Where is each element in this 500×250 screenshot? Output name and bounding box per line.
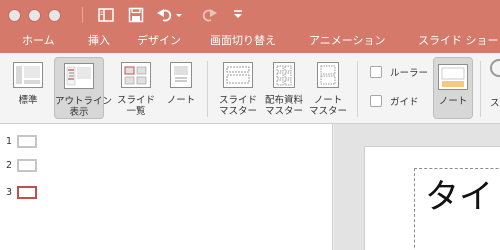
notes-page-icon [170, 62, 192, 88]
guides-checkbox[interactable]: ガイド [370, 93, 430, 109]
normal-view-label: 標準 [18, 95, 38, 106]
sorter-label-line2: 一覧 [126, 106, 146, 117]
slide-master-icon [223, 62, 253, 88]
slide-number: 2 [6, 160, 13, 171]
cut-off-label: ス [490, 98, 500, 109]
outline-pane[interactable]: 1 2 3 [0, 124, 333, 250]
notes-master-icon [317, 62, 339, 88]
zoom-window-button[interactable] [48, 9, 61, 22]
ribbon-divider [207, 61, 208, 117]
ruler-checkbox-box[interactable] [370, 66, 382, 78]
outline-view-label: アウトライン 表示 [55, 96, 113, 118]
guides-label: ガイド [390, 97, 419, 108]
notes-master-button[interactable]: ノート マスター [306, 57, 350, 119]
guides-checkbox-box[interactable] [370, 95, 382, 107]
dropdown-icon[interactable] [232, 6, 244, 24]
notes-toggle-button[interactable]: ノート [433, 57, 473, 119]
slide-sorter-label: スライド 一覧 [112, 95, 160, 117]
slide-sorter-icon [121, 62, 151, 88]
quick-access-divider [82, 7, 83, 23]
handout-master-icon [273, 62, 295, 88]
slide-sorter-button[interactable]: スライド 一覧 [112, 57, 160, 119]
title-bar [0, 0, 500, 30]
tab-home[interactable]: ホーム [22, 32, 55, 50]
color-mode-icon[interactable] [490, 59, 500, 77]
ribbon-tab-bar: ホーム 挿入 デザイン 画面切り替え アニメーション スライド ショー [0, 30, 500, 53]
ruler-label: ルーラー [390, 68, 429, 79]
notes-page-label: ノート [166, 95, 196, 106]
current-slide[interactable]: タイ [364, 146, 500, 250]
tab-insert[interactable]: 挿入 [88, 32, 110, 50]
tab-design[interactable]: デザイン [137, 32, 181, 50]
normal-view-button[interactable]: 標準 [6, 57, 50, 119]
redo-icon[interactable] [200, 6, 218, 24]
ruler-checkbox[interactable]: ルーラー [370, 64, 430, 80]
notes-page-button[interactable]: ノート [160, 57, 202, 119]
title-placeholder[interactable]: タイ [414, 168, 500, 250]
slide-master-label: スライド マスター [214, 95, 262, 117]
ribbon-divider [357, 61, 358, 117]
slide-number: 1 [6, 136, 13, 147]
notes-pane-icon [438, 64, 468, 90]
slide-master-line1: スライド [218, 95, 257, 106]
tab-animations[interactable]: アニメーション [309, 32, 386, 50]
outline-view-button[interactable]: アウトライン 表示 [54, 57, 113, 119]
slide-number: 3 [6, 187, 13, 198]
slide-thumbnail[interactable] [17, 159, 37, 172]
outline-view-icon [64, 63, 94, 89]
slide-thumbnail-selected[interactable] [17, 186, 37, 199]
save-icon[interactable] [127, 6, 145, 24]
handout-master-button[interactable]: 配布資料 マスター [262, 57, 306, 119]
undo-icon[interactable] [156, 6, 182, 24]
normal-view-icon [13, 62, 43, 88]
tab-transitions[interactable]: 画面切り替え [210, 32, 276, 50]
handout-master-line1: 配布資料 [264, 95, 303, 106]
outline-label-line1: アウトライン [55, 96, 113, 107]
sidebar-icon[interactable] [97, 6, 115, 24]
close-window-button[interactable] [8, 9, 21, 22]
notes-toggle-label: ノート [438, 96, 468, 107]
outline-label-line2: 表示 [69, 107, 89, 118]
sorter-label-line1: スライド [116, 95, 155, 106]
handout-master-label: 配布資料 マスター [262, 95, 306, 117]
slide-title-text[interactable]: タイ [425, 177, 493, 217]
notes-master-line2: マスター [308, 106, 347, 117]
notes-master-line1: ノート [313, 95, 343, 106]
handout-master-line2: マスター [264, 106, 303, 117]
ribbon-view-panel: 標準 アウトライン 表示 スライド 一覧 ノート スライド マスター 配布資料 … [0, 53, 500, 124]
slide-editor-canvas[interactable]: タイ [334, 124, 500, 250]
slide-master-line2: マスター [218, 106, 257, 117]
notes-master-label: ノート マスター [306, 95, 350, 117]
minimize-window-button[interactable] [28, 9, 41, 22]
slide-thumbnail[interactable] [17, 135, 37, 148]
tab-slideshow[interactable]: スライド ショー [418, 32, 499, 50]
ribbon-divider [480, 61, 481, 117]
slide-master-button[interactable]: スライド マスター [214, 57, 262, 119]
